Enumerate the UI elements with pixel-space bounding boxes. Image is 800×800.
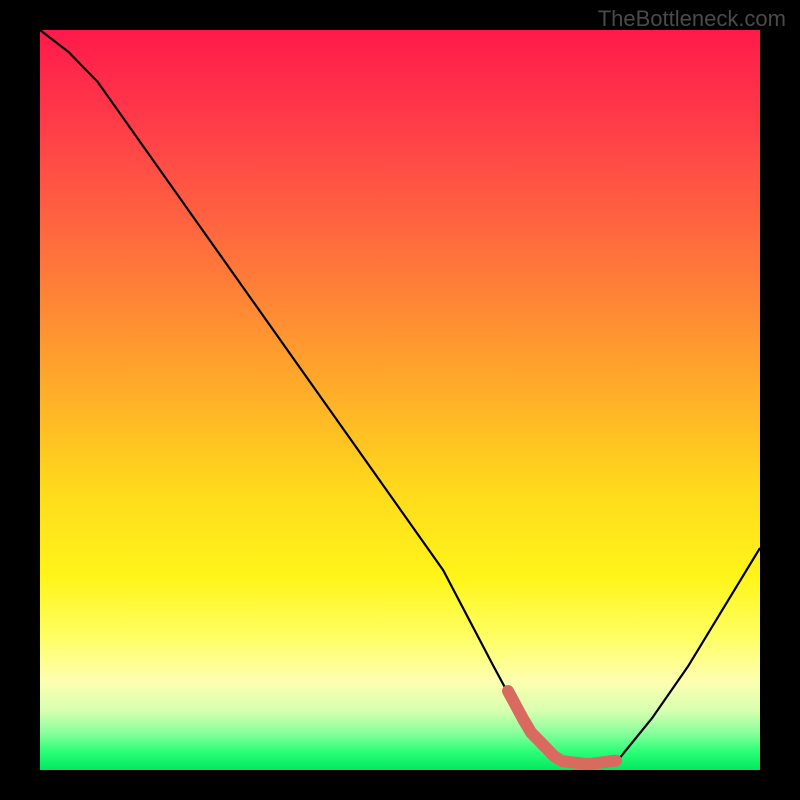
chart-svg	[40, 30, 760, 770]
watermark-text: TheBottleneck.com	[598, 6, 786, 32]
optimal-highlight	[508, 691, 616, 764]
bottleneck-curve	[40, 30, 760, 766]
plot-area	[40, 30, 760, 770]
